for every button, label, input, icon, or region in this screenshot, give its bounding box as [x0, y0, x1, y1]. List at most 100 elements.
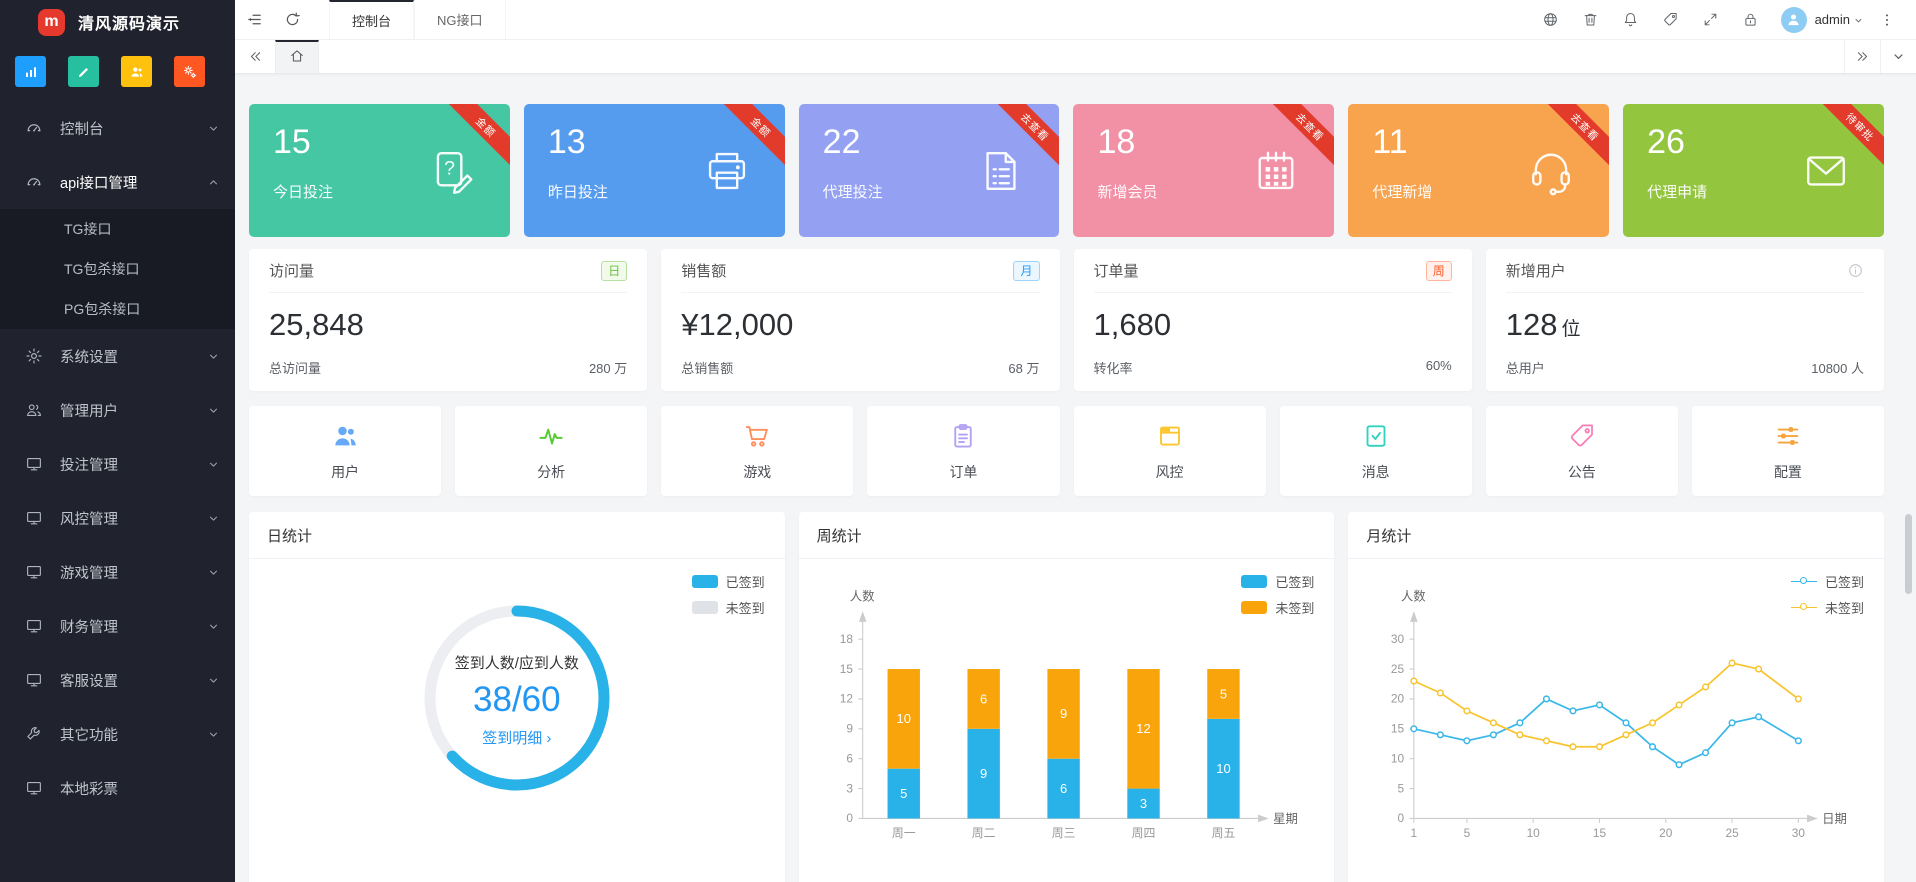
chevron-down-icon[interactable]	[1880, 40, 1916, 73]
sidebar-item-game-management[interactable]: 游戏管理	[0, 545, 235, 599]
svg-text:9: 9	[846, 722, 853, 736]
svg-text:10: 10	[896, 711, 910, 726]
legend-item[interactable]: 已签到	[692, 572, 765, 591]
menu-toggle-icon[interactable]	[235, 0, 273, 39]
legend-item[interactable]: 未签到	[692, 598, 765, 617]
scrollbar-thumb[interactable]	[1905, 514, 1912, 594]
stat-card-yesterday-bets[interactable]: 13 昨日投注 金额	[524, 104, 785, 237]
badge-month[interactable]: 月	[1013, 261, 1039, 281]
shortcut-messages[interactable]: 消息	[1280, 406, 1472, 496]
legend-item[interactable]: 已签到	[1241, 572, 1314, 591]
shortcut-users[interactable]: 用户	[249, 406, 441, 496]
sidebar-item-console[interactable]: 控制台	[0, 101, 235, 155]
svg-text:30: 30	[1391, 632, 1405, 646]
stat-card-agent-bets[interactable]: 22 代理投注 去查看	[799, 104, 1060, 237]
badge-day[interactable]: 日	[601, 261, 627, 281]
sidebar-item-system-settings[interactable]: 系统设置	[0, 329, 235, 383]
legend-item[interactable]: 未签到	[1791, 598, 1864, 617]
kpi-footer-label: 总访问量	[269, 358, 321, 377]
sidebar-subitem-tg-baosha[interactable]: TG包杀接口	[0, 249, 235, 289]
avatar[interactable]	[1781, 7, 1807, 33]
monitor-icon	[25, 617, 43, 635]
legend-item[interactable]: 已签到	[1791, 572, 1864, 591]
signin-detail-link[interactable]: 签到明细 ›	[482, 727, 551, 748]
sidebar: m 清风源码演示 控制台 api接口管理 TG接口 TG包杀接口 PG	[0, 0, 235, 882]
quick-settings-button[interactable]	[174, 56, 205, 87]
chevron-down-icon	[207, 350, 220, 363]
legend-swatch	[1241, 601, 1267, 614]
svg-text:20: 20	[1660, 826, 1674, 840]
globe-icon[interactable]	[1531, 0, 1571, 39]
svg-text:3: 3	[1140, 796, 1147, 811]
sidebar-item-bet-management[interactable]: 投注管理	[0, 437, 235, 491]
home-tab[interactable]	[275, 40, 319, 73]
users-icon	[25, 401, 43, 419]
quick-users-button[interactable]	[121, 56, 152, 87]
kpi-title: 新增用户	[1506, 260, 1566, 281]
sidebar-item-api-management[interactable]: api接口管理	[0, 155, 235, 209]
shortcut-games[interactable]: 游戏	[661, 406, 853, 496]
stat-card-agent-applications[interactable]: 26 代理申请 待审批	[1623, 104, 1884, 237]
chevrons-right-icon[interactable]	[1844, 40, 1880, 73]
badge-week[interactable]: 周	[1426, 261, 1452, 281]
logo: m 清风源码演示	[0, 0, 235, 44]
tab-ng-api[interactable]: NG接口	[414, 0, 506, 39]
monitor-icon	[25, 779, 43, 797]
stat-card-new-agents[interactable]: 11 代理新增 去查看	[1348, 104, 1609, 237]
shortcut-label: 消息	[1362, 462, 1390, 482]
tag-icon[interactable]	[1651, 0, 1691, 39]
svg-text:10: 10	[1391, 751, 1405, 765]
user-menu[interactable]: admin	[1815, 12, 1864, 27]
topbar: 控制台 NG接口 admin	[235, 0, 1916, 40]
doc-edit-icon: ?	[426, 145, 478, 197]
svg-text:人数: 人数	[1401, 588, 1426, 603]
chevrons-left-icon[interactable]	[235, 40, 275, 73]
monitor-icon	[25, 671, 43, 689]
shortcut-analysis[interactable]: 分析	[455, 406, 647, 496]
sidebar-item-other-functions[interactable]: 其它功能	[0, 707, 235, 761]
lock-icon[interactable]	[1731, 0, 1771, 39]
chevron-down-icon	[207, 674, 220, 687]
monthly-stats-card: 月统计 已签到 未签到 051015202530人数日期151015202530	[1348, 512, 1884, 882]
kpi-row: 访问量 日 25,848 总访问量 280 万 销售额 月 ¥12,000	[249, 249, 1884, 391]
fullscreen-icon[interactable]	[1691, 0, 1731, 39]
sidebar-item-label: 管理用户	[60, 400, 118, 421]
sidebar-item-finance-management[interactable]: 财务管理	[0, 599, 235, 653]
sidebar-subitem-pg-baosha[interactable]: PG包杀接口	[0, 289, 235, 329]
sidebar-item-service-settings[interactable]: 客服设置	[0, 653, 235, 707]
quick-chart-button[interactable]	[15, 56, 46, 87]
sidebar-item-risk-management[interactable]: 风控管理	[0, 491, 235, 545]
info-icon[interactable]	[1847, 262, 1864, 279]
shortcut-orders[interactable]: 订单	[867, 406, 1059, 496]
shortcut-label: 风控	[1156, 462, 1184, 482]
legend-line-marker	[1791, 602, 1817, 614]
svg-text:周四: 周四	[1131, 826, 1155, 840]
bell-icon[interactable]	[1611, 0, 1651, 39]
topbar-tabs: 控制台 NG接口	[329, 0, 506, 39]
sidebar-item-manage-users[interactable]: 管理用户	[0, 383, 235, 437]
cart-icon	[742, 421, 772, 451]
sidebar-menu: 控制台 api接口管理 TG接口 TG包杀接口 PG包杀接口 系统设置 管理用户	[0, 101, 235, 882]
refresh-icon[interactable]	[273, 0, 311, 39]
app-root: m 清风源码演示 控制台 api接口管理 TG接口 TG包杀接口 PG	[0, 0, 1916, 882]
quick-edit-button[interactable]	[68, 56, 99, 87]
stat-card-new-members[interactable]: 18 新增会员 去查看	[1073, 104, 1334, 237]
tab-console[interactable]: 控制台	[329, 0, 414, 39]
sidebar-item-label: 风控管理	[60, 508, 118, 529]
sidebar-item-label: 游戏管理	[60, 562, 118, 583]
monitor-icon	[25, 455, 43, 473]
kpi-footer-label: 总销售额	[681, 358, 733, 377]
shortcut-config[interactable]: 配置	[1692, 406, 1884, 496]
kpi-visits: 访问量 日 25,848 总访问量 280 万	[249, 249, 647, 391]
sidebar-subitem-tg[interactable]: TG接口	[0, 209, 235, 249]
shortcut-announcements[interactable]: 公告	[1486, 406, 1678, 496]
legend-line-marker	[1791, 576, 1817, 588]
shortcut-risk[interactable]: 风控	[1074, 406, 1266, 496]
trash-icon[interactable]	[1571, 0, 1611, 39]
stat-cards-row: 15 今日投注 ? 金额 13 昨日投注 金额 22 代理投注 去查看	[249, 104, 1884, 237]
svg-text:12: 12	[1136, 721, 1150, 736]
kebab-icon[interactable]	[1870, 0, 1904, 39]
sidebar-item-local-lottery[interactable]: 本地彩票	[0, 761, 235, 815]
legend-item[interactable]: 未签到	[1241, 598, 1314, 617]
stat-card-today-bets[interactable]: 15 今日投注 ? 金额	[249, 104, 510, 237]
